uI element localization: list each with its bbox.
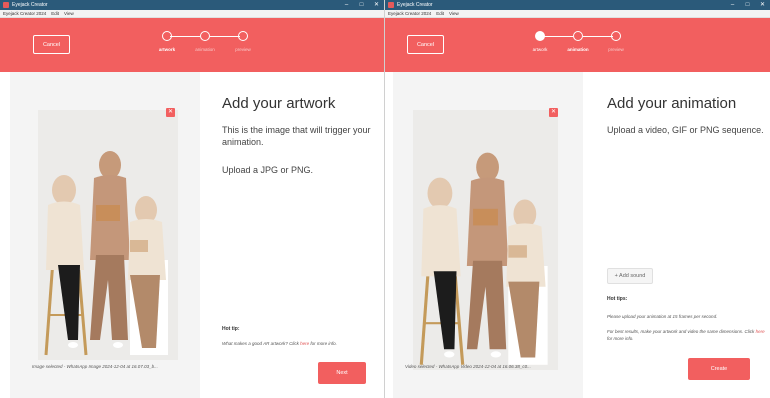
- video-caption: Video selected - WhatsApp Video 2024-12-…: [405, 364, 531, 369]
- step-animation-label: animation: [567, 47, 589, 52]
- screenshot-root: Eyejack Creator – □ ✕ Eyejack Creator 20…: [0, 0, 770, 398]
- hot-tip-link[interactable]: here: [300, 341, 309, 346]
- hot-tip-before: What makes a good AR artwork? Click: [222, 341, 301, 346]
- cancel-button[interactable]: Cancel: [407, 35, 444, 54]
- app-logo-icon: [3, 2, 9, 8]
- artwork-preview-panel: ✕ Image selected - WhatsApp Image 2024-1…: [10, 72, 200, 398]
- menu-view[interactable]: View: [449, 11, 459, 16]
- upload-instruction: Upload a JPG or PNG.: [222, 165, 314, 175]
- step-artwork-dot: [535, 31, 545, 41]
- step-indicator: artwork animation preview: [158, 31, 260, 61]
- cancel-button[interactable]: Cancel: [33, 35, 70, 54]
- page-title: Add your artwork: [222, 95, 336, 112]
- window-controls: – □ ✕: [725, 0, 770, 10]
- hot-tip-frames: Please upload your animation at 15 frame…: [607, 314, 718, 319]
- step-artwork-label: artwork: [158, 47, 176, 52]
- artwork-window: Eyejack Creator – □ ✕ Eyejack Creator 20…: [0, 0, 385, 398]
- step-artwork-label: artwork: [532, 47, 548, 52]
- artwork-image: [38, 110, 178, 360]
- image-caption: Image selected - WhatsApp Image 2024-12-…: [32, 364, 158, 369]
- window-title: Eyejack Creator: [12, 2, 48, 8]
- step-connector: [583, 36, 613, 37]
- tip-2-link[interactable]: here: [756, 329, 765, 334]
- page-title: Add your animation: [607, 95, 737, 112]
- video-illustration: [413, 110, 558, 370]
- minimize-icon[interactable]: –: [339, 0, 354, 10]
- window-controls: – □ ✕: [339, 0, 384, 10]
- hot-tip-dimensions: For best results, make your artwork and …: [607, 328, 765, 342]
- animation-description: Upload a video, GIF or PNG sequence.: [607, 125, 764, 135]
- menu-bar: Eyejack Creator 2024 Edit View: [385, 10, 770, 18]
- hot-tip-after: for more info.: [309, 341, 337, 346]
- hot-tip-text: What makes a good AR artwork? Click here…: [222, 340, 382, 347]
- next-button[interactable]: Next: [318, 362, 366, 384]
- title-bar: Eyejack Creator – □ ✕: [385, 0, 770, 10]
- remove-video-icon[interactable]: ✕: [549, 108, 558, 117]
- animation-video-frame: [413, 110, 558, 370]
- step-animation-dot: [200, 31, 210, 41]
- create-button[interactable]: Create: [688, 358, 750, 380]
- app-logo-icon: [388, 2, 394, 8]
- step-preview-dot: [611, 31, 621, 41]
- step-indicator: artwork animation preview: [533, 31, 633, 61]
- hot-tip-title: Hot tip:: [222, 326, 240, 332]
- step-animation-dot: [573, 31, 583, 41]
- step-animation-label: animation: [195, 47, 215, 52]
- menu-edit[interactable]: Edit: [436, 11, 444, 16]
- tip-2-after: for more info.: [607, 336, 634, 341]
- maximize-icon[interactable]: □: [354, 0, 369, 10]
- title-bar: Eyejack Creator – □ ✕: [0, 0, 384, 10]
- add-sound-button[interactable]: + Add sound: [607, 268, 653, 284]
- photo-illustration: [38, 110, 178, 360]
- close-icon[interactable]: ✕: [369, 0, 384, 10]
- menu-app[interactable]: Eyejack Creator 2024: [3, 11, 46, 16]
- menu-bar: Eyejack Creator 2024 Edit View: [0, 10, 384, 18]
- step-preview-label: preview: [608, 47, 624, 52]
- remove-image-icon[interactable]: ✕: [166, 108, 175, 117]
- artwork-description: This is the image that will trigger your…: [222, 125, 371, 147]
- close-icon[interactable]: ✕: [755, 0, 770, 10]
- step-connector: [170, 36, 200, 37]
- minimize-icon[interactable]: –: [725, 0, 740, 10]
- animation-preview-panel: ✕ Video selected - WhatsApp Video 2024-1…: [393, 72, 583, 398]
- menu-edit[interactable]: Edit: [51, 11, 59, 16]
- menu-app[interactable]: Eyejack Creator 2024: [388, 11, 431, 16]
- animation-window: Eyejack Creator – □ ✕ Eyejack Creator 20…: [385, 0, 770, 398]
- step-preview-label: preview: [235, 47, 251, 52]
- wizard-header: Cancel artwork animation preview: [385, 18, 770, 72]
- tip-2-before: For best results, make your artwork and …: [607, 329, 756, 334]
- step-preview-dot: [238, 31, 248, 41]
- step-connector: [543, 36, 573, 37]
- window-title: Eyejack Creator: [397, 2, 433, 8]
- step-connector: [210, 36, 240, 37]
- menu-view[interactable]: View: [64, 11, 74, 16]
- step-artwork-dot: [162, 31, 172, 41]
- maximize-icon[interactable]: □: [740, 0, 755, 10]
- wizard-header: Cancel artwork animation preview: [0, 18, 384, 72]
- hot-tips-title: Hot tips:: [607, 296, 628, 302]
